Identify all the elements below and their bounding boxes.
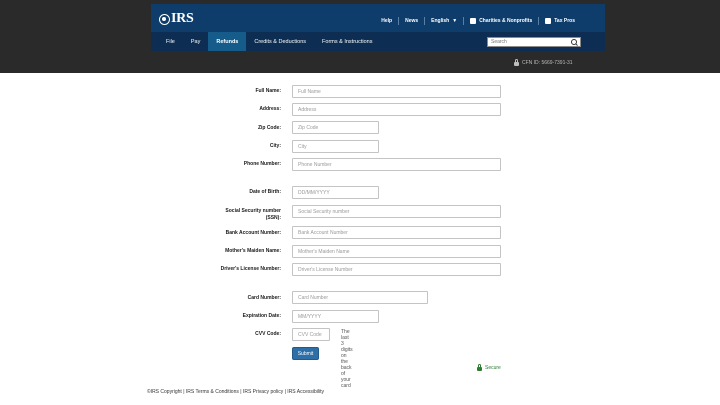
search-box[interactable]: Search xyxy=(487,37,581,47)
language-label: English xyxy=(431,18,450,24)
main-nav: File Pay Refunds Credits & Deductions Fo… xyxy=(151,32,605,51)
bank-account-label: Bank Account Number: xyxy=(225,230,281,236)
search-icon[interactable] xyxy=(570,38,578,46)
tax-pros-link[interactable]: Tax Pros xyxy=(539,18,581,24)
date-of-birth-field[interactable]: DD/MM/YYYY xyxy=(292,186,379,199)
ssn-label-line1: Social Security number xyxy=(225,208,281,214)
tax-pros-label: Tax Pros xyxy=(554,18,575,24)
nav-credits-deductions[interactable]: Credits & Deductions xyxy=(246,32,314,51)
tax-pros-icon xyxy=(545,18,552,24)
charities-label: Charities & Nonprofits xyxy=(479,18,533,24)
nav-refunds[interactable]: Refunds xyxy=(208,32,247,51)
phone-number-field[interactable]: Phone Number xyxy=(292,158,501,171)
expiration-date-label: Expiration Date: xyxy=(242,313,281,319)
date-of-birth-label: Date of Birth: xyxy=(249,189,281,195)
zip-code-field[interactable]: Zip Code xyxy=(292,121,379,134)
card-number-label: Card Number: xyxy=(247,295,281,301)
charities-icon xyxy=(470,18,477,24)
lock-icon xyxy=(477,364,482,371)
city-field[interactable]: City xyxy=(292,140,379,153)
footer-links[interactable]: ©IRS Copyright | IRS Terms & Conditions … xyxy=(147,389,324,395)
full-name-label: Full Name: xyxy=(255,88,281,94)
full-name-field[interactable]: Full Name xyxy=(292,85,501,98)
charities-link[interactable]: Charities & Nonprofits xyxy=(464,18,538,24)
ssn-label: Social Security number (SSN): xyxy=(141,208,281,222)
address-field[interactable]: Address xyxy=(292,103,501,116)
header-top: IRS Help News English ▼ Charities & Nonp… xyxy=(151,4,605,32)
language-dropdown[interactable]: English ▼ xyxy=(425,18,463,24)
zip-code-label: Zip Code: xyxy=(257,125,281,131)
news-link[interactable]: News xyxy=(399,18,424,24)
chevron-down-icon: ▼ xyxy=(452,18,458,24)
logo-text: IRS xyxy=(171,11,194,26)
maiden-name-label: Mother's Maiden Name: xyxy=(225,248,281,254)
card-number-field[interactable]: Card Number xyxy=(292,291,428,304)
cvv-label: CVV Code: xyxy=(255,331,281,337)
nav-forms-instructions[interactable]: Forms & Instructions xyxy=(314,32,380,51)
irs-seal-icon xyxy=(159,13,170,25)
irs-logo[interactable]: IRS xyxy=(159,11,194,27)
drivers-license-label: Driver's License Number: xyxy=(220,266,281,272)
help-link[interactable]: Help xyxy=(375,18,398,24)
cvv-field[interactable]: CVV Code xyxy=(292,328,330,341)
maiden-name-field[interactable]: Mother's Maiden Name xyxy=(292,245,501,258)
search-input[interactable]: Search xyxy=(488,39,570,45)
news-label: News xyxy=(405,18,419,24)
ssn-label-line2: (SSN): xyxy=(265,215,281,221)
secure-badge: Secure xyxy=(477,364,501,371)
help-label: Help xyxy=(381,18,393,24)
bank-account-field[interactable]: Bank Account Number xyxy=(292,226,501,239)
cfn-id: CFN ID: 5669-7391-31 xyxy=(514,59,573,66)
utility-nav: Help News English ▼ Charities & Nonprofi… xyxy=(375,17,581,25)
lock-icon xyxy=(514,59,519,66)
address-label: Address: xyxy=(259,106,281,112)
phone-number-label: Phone Number: xyxy=(243,161,281,167)
ssn-field[interactable]: Social Security number xyxy=(292,205,501,218)
drivers-license-field[interactable]: Driver's License Number xyxy=(292,263,501,276)
site-header: IRS Help News English ▼ Charities & Nonp… xyxy=(151,4,605,51)
cfn-id-text: CFN ID: 5669-7391-31 xyxy=(522,60,573,66)
nav-pay[interactable]: Pay xyxy=(183,32,208,51)
city-label: City: xyxy=(269,143,281,149)
nav-file[interactable]: File xyxy=(151,32,183,51)
submit-button[interactable]: Submit xyxy=(292,347,319,360)
expiration-date-field[interactable]: MM/YYYY xyxy=(292,310,379,323)
cvv-hint: The last 3 digits on the back of your ca… xyxy=(341,329,353,389)
secure-label: Secure xyxy=(485,365,501,371)
